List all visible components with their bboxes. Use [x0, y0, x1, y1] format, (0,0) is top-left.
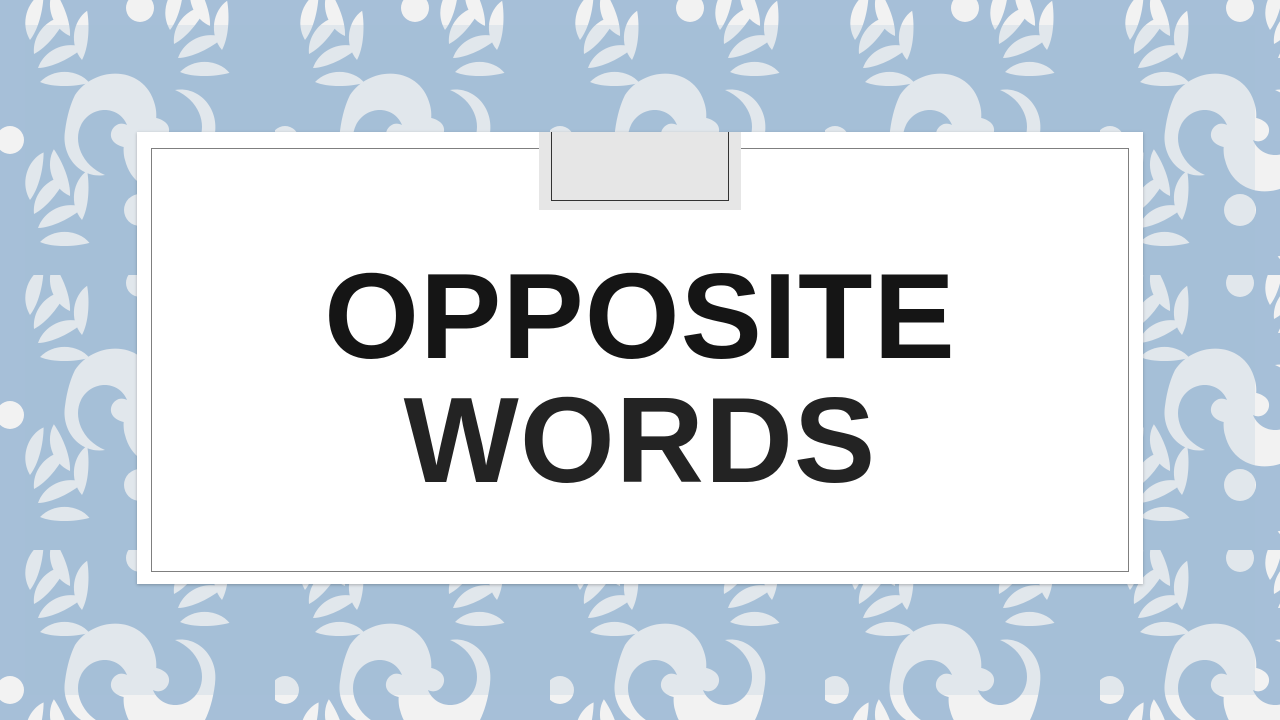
card-tab-inner — [551, 132, 729, 201]
title-card: OPPOSITE WORDS — [137, 132, 1143, 584]
slide-title: OPPOSITE WORDS — [137, 254, 1143, 502]
title-line-1: OPPOSITE — [324, 248, 956, 384]
card-tab — [539, 132, 741, 210]
title-line-2: WORDS — [403, 372, 877, 508]
